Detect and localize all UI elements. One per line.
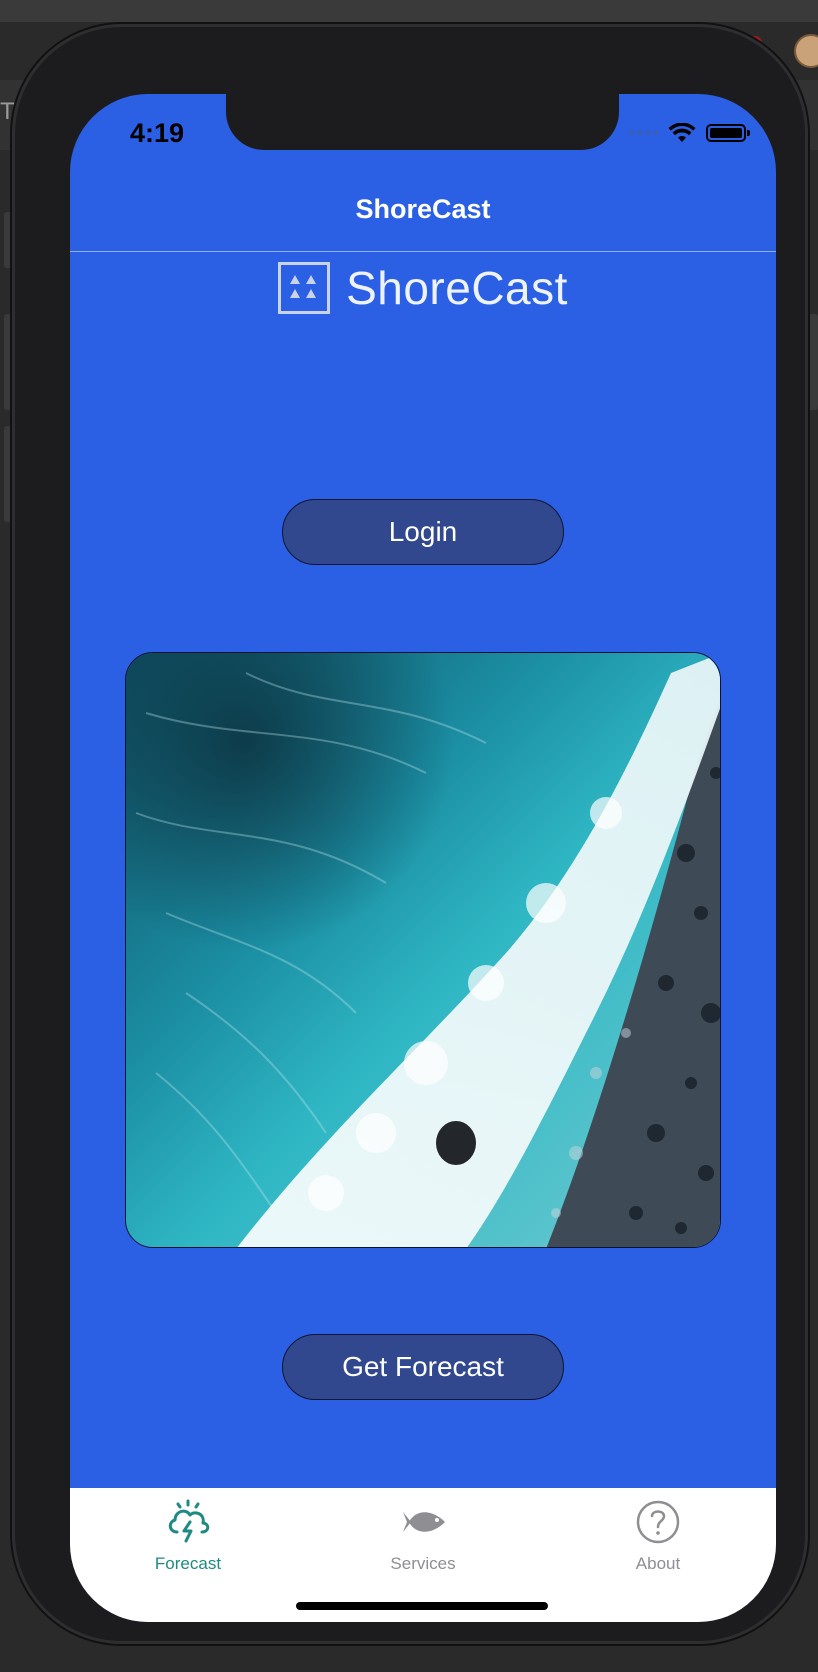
tab-about-label: About (635, 1554, 681, 1573)
desktop-top-bar (0, 0, 818, 22)
tab-services-label: Services (390, 1554, 456, 1573)
tab-forecast-label: Forecast (154, 1554, 222, 1573)
get-forecast-button[interactable]: Get Forecast (282, 1334, 564, 1400)
question-circle-icon (636, 1500, 680, 1544)
aerial-ocean-waves-image (125, 652, 721, 1248)
cloud-lightning-icon (168, 1499, 210, 1543)
nav-divider (70, 251, 776, 252)
tab-forecast[interactable]: Forecast (108, 1498, 268, 1574)
login-button[interactable]: Login (282, 499, 564, 565)
triangles-logo-icon (278, 262, 331, 314)
cellular-signal-icon (629, 131, 658, 135)
desktop-edge-text: T (0, 98, 15, 125)
app-screen: 4:19 ShoreCast ShoreCast Login Get Forec… (70, 94, 776, 1622)
status-time: 4:19 (130, 118, 185, 148)
phone-frame: 4:19 ShoreCast ShoreCast Login Get Forec… (12, 24, 808, 1644)
tab-about[interactable]: About (578, 1498, 738, 1574)
status-icons (629, 122, 750, 144)
device-notch (226, 94, 619, 150)
battery-icon (706, 124, 750, 142)
brand-header: ShoreCast (70, 257, 776, 319)
home-indicator[interactable] (296, 1602, 548, 1610)
brand-name: ShoreCast (346, 262, 568, 314)
wifi-icon (668, 123, 696, 142)
fish-icon (403, 1512, 445, 1532)
nav-title: ShoreCast (355, 194, 491, 224)
desktop-avatar (794, 34, 818, 68)
tab-services[interactable]: Services (343, 1498, 503, 1574)
